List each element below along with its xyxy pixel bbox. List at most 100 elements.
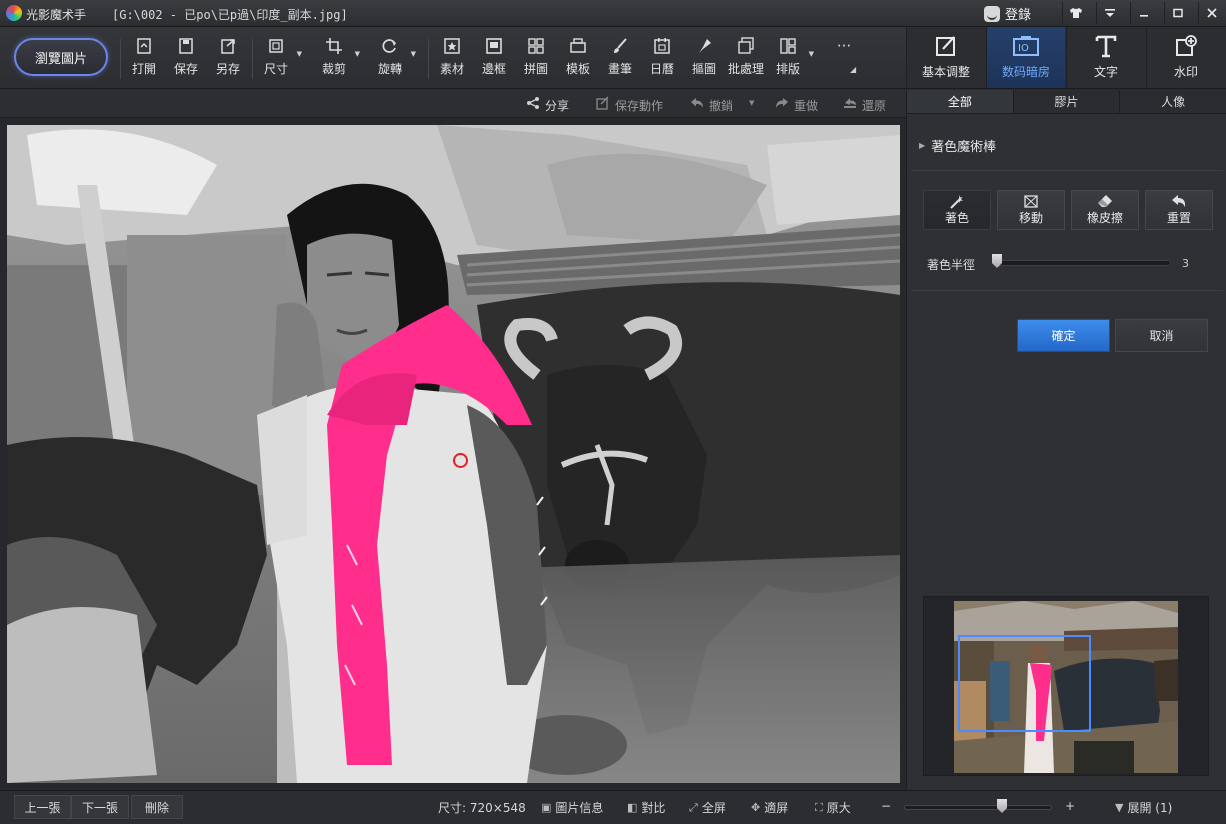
rotate-button[interactable]: 旋轉 ▼ xyxy=(370,37,416,81)
expand-button[interactable]: ▼ 展開 (1) xyxy=(1115,799,1172,816)
save-button[interactable]: 保存 xyxy=(166,37,206,81)
eraser-button[interactable]: 橡皮擦 xyxy=(1071,190,1139,230)
save-as-icon xyxy=(219,37,237,55)
expand-arrow-icon: ▼ xyxy=(1115,801,1124,814)
tab-basic-adjust[interactable]: 基本调整 xyxy=(906,27,985,88)
open-button[interactable]: 打開 xyxy=(124,37,164,81)
zoom-out-button[interactable]: − xyxy=(881,799,891,813)
reset-label: 重置 xyxy=(1166,211,1191,225)
tab-darkroom-label: 数码暗房 xyxy=(1001,65,1050,79)
delete-button[interactable]: 刪除 xyxy=(131,795,183,819)
zoom-in-button[interactable]: + xyxy=(1065,799,1075,813)
fullscreen-button[interactable]: ⤢ 全屏 xyxy=(689,799,726,816)
share-icon xyxy=(526,96,540,114)
tab-portrait[interactable]: 人像 xyxy=(1120,90,1226,113)
rotate-dropdown-icon[interactable]: ▼ xyxy=(411,50,416,58)
move-button[interactable]: 移動 xyxy=(997,190,1065,230)
resize-dropdown-icon[interactable]: ▼ xyxy=(297,50,302,58)
undo-button[interactable]: 撤銷 xyxy=(690,96,733,114)
toolbar-expand-icon[interactable]: ◢ xyxy=(850,65,856,74)
minimize-button[interactable] xyxy=(1130,2,1156,24)
layout-dropdown-icon[interactable]: ▼ xyxy=(809,50,814,58)
confirm-button[interactable]: 確定 xyxy=(1017,319,1110,352)
tab-text-label: 文字 xyxy=(1093,65,1118,79)
tab-watermark[interactable]: 水印 xyxy=(1146,27,1225,88)
radius-label: 著色半徑 xyxy=(927,258,976,272)
compare-button[interactable]: ◧ 對比 xyxy=(627,799,665,816)
crop-icon xyxy=(325,37,343,55)
undo-dropdown-icon[interactable]: ▼ xyxy=(749,99,754,107)
prev-image-button[interactable]: 上一張 xyxy=(14,795,71,819)
zoom-slider-handle[interactable] xyxy=(997,799,1007,813)
menu-button[interactable] xyxy=(1096,2,1122,24)
tab-film[interactable]: 膠片 xyxy=(1013,90,1121,113)
minimize-icon xyxy=(1139,15,1148,17)
redo-button[interactable]: 重做 xyxy=(775,96,818,114)
border-button[interactable]: 邊框 xyxy=(474,37,514,81)
browse-images-button[interactable]: 瀏覽圖片 xyxy=(14,38,108,76)
crop-label: 裁剪 xyxy=(321,62,346,76)
skin-button[interactable] xyxy=(1062,2,1088,24)
edited-photo[interactable] xyxy=(7,125,900,783)
fit-screen-button[interactable]: ✥ 適屏 xyxy=(751,799,788,816)
rotate-icon xyxy=(381,37,399,55)
toolbar-divider xyxy=(120,39,121,79)
shirt-icon xyxy=(1069,8,1082,18)
fullscreen-label: 全屏 xyxy=(701,801,726,815)
border-icon xyxy=(485,37,503,55)
original-size-label: 原大 xyxy=(826,801,851,815)
cutout-button[interactable]: 摳圖 xyxy=(684,37,724,81)
rotate-label: 旋轉 xyxy=(377,62,402,76)
more-icon: ··· xyxy=(836,37,852,55)
section-header[interactable]: ▶ 著色魔術棒 xyxy=(919,136,996,155)
crop-button[interactable]: 裁剪 ▼ xyxy=(314,37,360,81)
login-label: 登錄 xyxy=(1005,8,1032,23)
share-button[interactable]: 分享 xyxy=(526,96,569,114)
next-image-button[interactable]: 下一張 xyxy=(71,795,129,819)
tab-all[interactable]: 全部 xyxy=(907,90,1014,113)
more-tools-button[interactable]: ··· xyxy=(824,37,864,81)
reset-button[interactable]: 重置 xyxy=(1145,190,1213,230)
image-info-button[interactable]: ▣ 圖片信息 xyxy=(541,799,603,816)
app-window: 光影魔术手 [G:\002 - 已po\已p過\印度_副本.jpg] 登錄 瀏覽… xyxy=(0,0,1226,824)
close-button[interactable] xyxy=(1198,2,1224,24)
template-button[interactable]: 模板 xyxy=(558,37,598,81)
compare-icon: ◧ xyxy=(627,801,638,814)
layout-button[interactable]: 排版 ▼ xyxy=(768,37,814,81)
colorize-button[interactable]: 著色 xyxy=(923,190,991,230)
original-size-button[interactable]: ⛶ 原大 xyxy=(815,799,851,816)
navigator-preview[interactable] xyxy=(923,596,1209,776)
zoom-slider[interactable] xyxy=(904,805,1052,810)
collage-button[interactable]: 拼圖 xyxy=(516,37,556,81)
action-bar: 分享 保存動作 撤銷 ▼ 重做 還原 xyxy=(0,90,906,118)
mode-tabs: 基本调整 IO 数码暗房 文字 水印 xyxy=(906,27,1226,89)
cancel-button[interactable]: 取消 xyxy=(1115,319,1208,352)
save-as-button[interactable]: 另存 xyxy=(208,37,248,81)
menu-icon xyxy=(1104,9,1115,17)
brush-cursor-icon xyxy=(453,453,468,468)
crop-dropdown-icon[interactable]: ▼ xyxy=(355,50,360,58)
restore-button[interactable]: 還原 xyxy=(843,96,886,114)
tab-darkroom[interactable]: IO 数码暗房 xyxy=(986,27,1065,88)
material-button[interactable]: 素材 xyxy=(432,37,472,81)
maximize-button[interactable] xyxy=(1164,2,1190,24)
radius-slider[interactable] xyxy=(993,260,1171,266)
maximize-icon xyxy=(1172,8,1183,18)
tab-text[interactable]: 文字 xyxy=(1066,27,1145,88)
navigator-viewport[interactable] xyxy=(958,635,1091,732)
save-action-button[interactable]: 保存動作 xyxy=(596,96,663,114)
redo-icon xyxy=(775,96,789,114)
fullscreen-icon: ⤢ xyxy=(689,800,698,814)
fit-screen-icon: ✥ xyxy=(751,801,761,814)
calendar-button[interactable]: 日曆 xyxy=(642,37,682,81)
cutout-icon xyxy=(695,37,713,55)
save-action-icon xyxy=(596,96,610,114)
save-as-label: 另存 xyxy=(215,62,240,76)
save-label: 保存 xyxy=(173,62,198,76)
resize-label: 尺寸 xyxy=(263,62,288,76)
border-label: 邊框 xyxy=(481,62,506,76)
brush-button[interactable]: 畫筆 xyxy=(600,37,640,81)
login-button[interactable]: 登錄 xyxy=(980,3,1037,24)
batch-button[interactable]: 批處理 xyxy=(726,37,766,81)
resize-button[interactable]: 尺寸 ▼ xyxy=(256,37,302,81)
